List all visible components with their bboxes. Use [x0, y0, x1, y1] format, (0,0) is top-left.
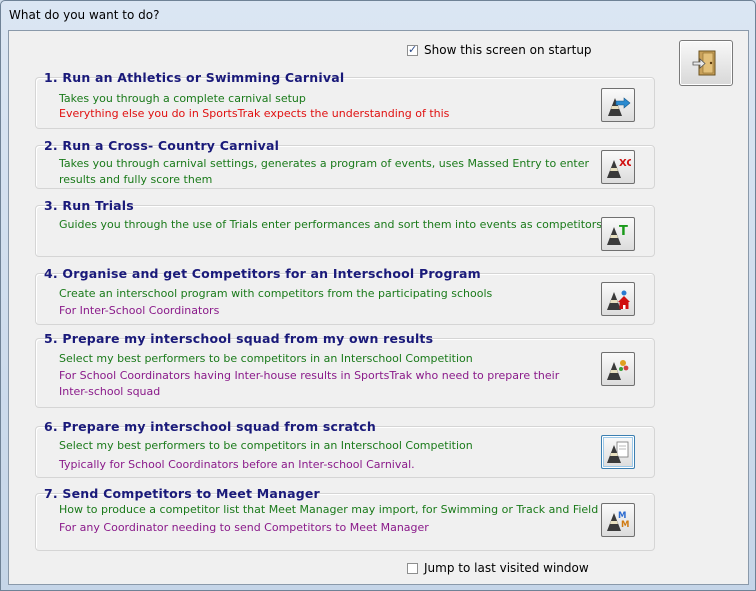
window-title: What do you want to do?: [9, 8, 160, 22]
svg-text:M: M: [621, 520, 629, 530]
show-on-startup-checkbox[interactable]: Show this screen on startup: [407, 43, 592, 57]
option-4-button[interactable]: [601, 282, 635, 316]
cone-mm-icon: M M: [607, 511, 629, 531]
checkbox-box[interactable]: [407, 562, 418, 574]
jump-last-window-label: Jump to last visited window: [424, 561, 589, 575]
exit-door-icon: [692, 50, 716, 76]
show-on-startup-label: Show this screen on startup: [424, 43, 592, 57]
option-heading-4: 4. Organise and get Competitors for an I…: [44, 266, 481, 281]
option-3-button[interactable]: T: [601, 217, 635, 251]
cone-arrow-icon: [608, 97, 631, 116]
option-heading-5: 5. Prepare my interschool squad from my …: [44, 331, 434, 346]
option-5-line-1: Select my best performers to be competit…: [59, 352, 473, 365]
xc-icon-label: XC: [619, 158, 631, 169]
option-7-line-2: For any Coordinator needing to send Comp…: [59, 521, 429, 534]
title-bar[interactable]: What do you want to do?: [1, 1, 755, 29]
option-5-line-2: For School Coordinators having Inter-hou…: [59, 369, 560, 382]
option-heading-6: 6. Prepare my interschool squad from scr…: [44, 419, 376, 434]
jump-last-window-checkbox[interactable]: Jump to last visited window: [407, 561, 589, 575]
cone-xc-icon: XC: [607, 158, 631, 178]
dialog-client: Show this screen on startup 1. Run an At…: [8, 30, 749, 585]
option-1-line-1: Takes you through a complete carnival se…: [59, 92, 306, 105]
cone-page-icon: [607, 441, 629, 463]
option-heading-2: 2. Run a Cross- Country Carnival: [44, 138, 280, 153]
checkbox-box[interactable]: [407, 43, 418, 56]
cone-house-icon: [607, 290, 630, 310]
option-5-line-3: Inter-school squad: [59, 385, 161, 398]
option-6-line-1: Select my best performers to be competit…: [59, 439, 473, 452]
option-5-button[interactable]: [601, 352, 635, 386]
option-heading-7: 7. Send Competitors to Meet Manager: [44, 486, 320, 501]
option-4-line-2: For Inter-School Coordinators: [59, 304, 220, 317]
dialog-window: What do you want to do? Show this screen…: [0, 0, 756, 591]
option-2-button[interactable]: XC: [601, 150, 635, 184]
t-icon-label: T: [619, 224, 628, 239]
exit-button[interactable]: [679, 40, 733, 86]
option-heading-1: 1. Run an Athletics or Swimming Carnival: [44, 70, 345, 85]
option-7-line-1: How to produce a competitor list that Me…: [59, 503, 599, 516]
option-6-line-2: Typically for School Coordinators before…: [59, 458, 415, 471]
option-6-button[interactable]: [601, 435, 635, 469]
option-1-button[interactable]: [601, 88, 635, 122]
option-1-line-2: Everything else you do in SportsTrak exp…: [59, 107, 450, 120]
option-2-line-1: Takes you through carnival settings, gen…: [59, 157, 590, 170]
cone-t-icon: T: [607, 224, 628, 245]
cone-squad-icon: [607, 360, 629, 380]
option-7-button[interactable]: M M: [601, 503, 635, 537]
option-2-line-2: results and fully score them: [59, 173, 213, 186]
option-4-line-1: Create an interschool program with compe…: [59, 287, 493, 300]
option-3-line-1: Guides you through the use of Trials ent…: [59, 218, 603, 231]
option-heading-3: 3. Run Trials: [44, 198, 134, 213]
